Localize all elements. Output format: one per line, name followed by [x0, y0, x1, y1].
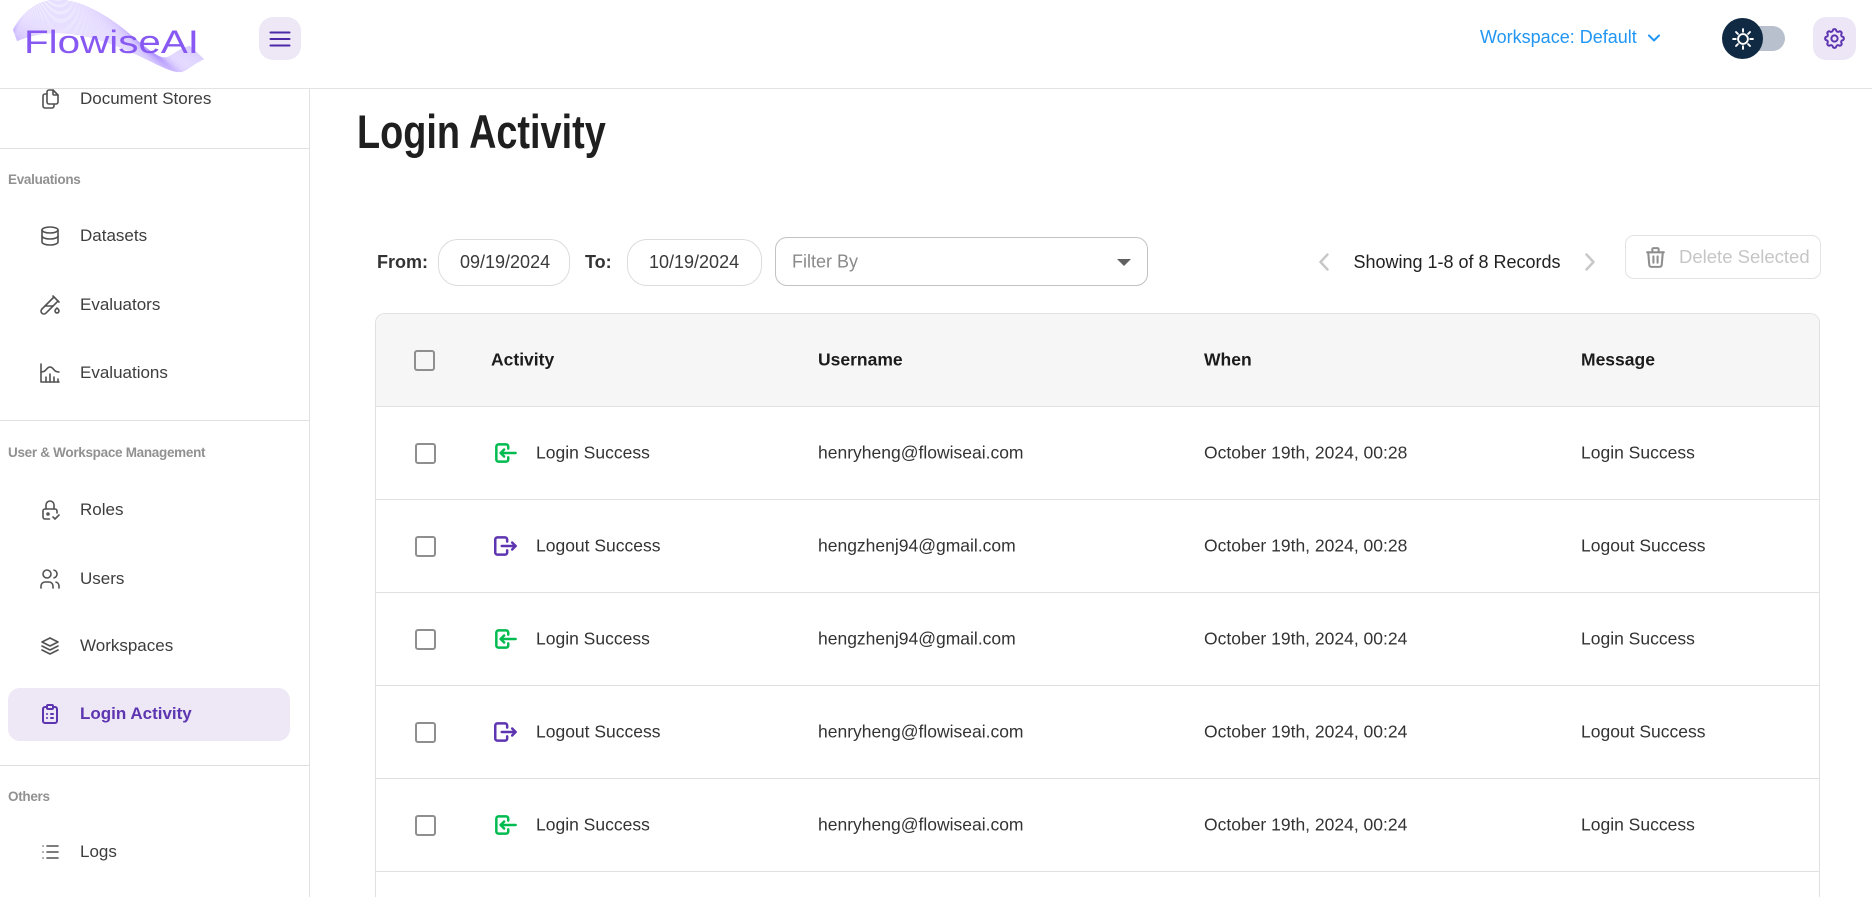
svg-text:FlowiseAI: FlowiseAI	[24, 24, 199, 60]
